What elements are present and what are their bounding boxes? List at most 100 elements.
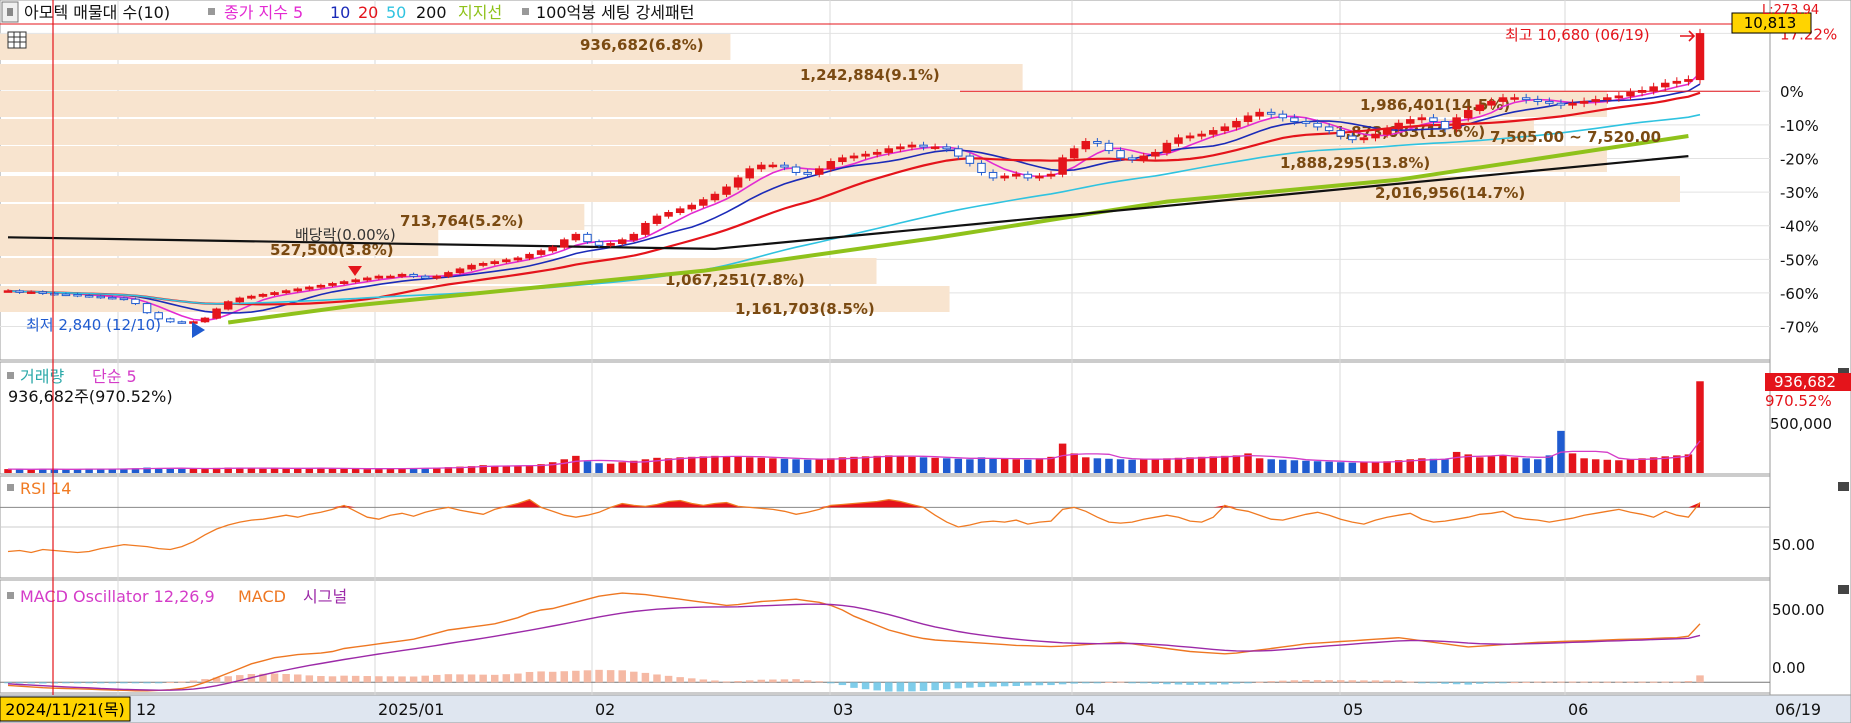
volume-bar <box>838 457 847 473</box>
volume-bar <box>1093 458 1102 473</box>
range-label: 7,505.00 ~ 7,520.00 <box>1490 128 1661 146</box>
macd-osc-bar <box>525 671 534 683</box>
legend-ma50[interactable]: 50 <box>386 3 406 22</box>
candle-body <box>1313 122 1322 128</box>
legend-ma200[interactable]: 200 <box>416 3 447 22</box>
close-icon[interactable] <box>1838 482 1849 491</box>
candle-body <box>896 146 905 150</box>
volume-bar <box>1186 457 1194 473</box>
candle-body <box>61 293 71 297</box>
candle-body <box>455 268 465 274</box>
candle-body <box>1579 100 1589 104</box>
price-axis-label: -10% <box>1780 117 1819 135</box>
candle-body <box>409 273 418 277</box>
legend-support[interactable]: 지지선 <box>458 3 502 22</box>
macd-osc-bar <box>1302 680 1310 683</box>
candle-body <box>1487 100 1496 106</box>
volume-bar <box>1591 459 1600 473</box>
volume-bar <box>1348 462 1357 473</box>
macd-osc-bar <box>189 680 198 683</box>
legend-pattern[interactable]: 100억봉 세팅 강세패턴 <box>536 3 694 22</box>
volume-ma-label[interactable]: 단순 5 <box>92 367 137 386</box>
candle-body <box>1348 135 1357 141</box>
macd-osc-bar <box>711 680 719 683</box>
top-legend[interactable]: 아모텍 매물대 수(10) 종가 지수 5 10 20 50 200 지지선 1… <box>1 1 694 23</box>
macd-osc-bar <box>1186 682 1194 685</box>
volume-bar <box>942 458 951 473</box>
macd-osc-bar <box>1255 681 1264 683</box>
candle-body <box>1382 128 1392 135</box>
macd-osc-bar <box>1487 682 1496 684</box>
volume-bar <box>711 455 719 473</box>
volume-title[interactable]: 거래량 <box>20 367 64 386</box>
macd-osc-bar <box>1058 682 1067 685</box>
legend-ma20[interactable]: 20 <box>358 3 378 22</box>
candle-body <box>930 146 940 149</box>
candle-body <box>594 241 604 246</box>
candle-body <box>664 212 673 217</box>
macd-osc-bar <box>769 679 777 683</box>
candle-body <box>177 321 187 324</box>
candle-body <box>1116 150 1125 159</box>
macd-osc-bar <box>1522 681 1530 683</box>
candle-body <box>1104 142 1114 152</box>
candle-body <box>722 186 731 195</box>
volume-bar <box>490 465 499 473</box>
legend-ma-title[interactable]: 종가 지수 5 <box>224 3 303 22</box>
volume-tag-pct: 970.52% <box>1765 392 1832 410</box>
candle-body <box>1521 97 1531 101</box>
legend-item-profile[interactable]: 아모텍 매물대 수(10) <box>24 3 170 22</box>
macd-osc-bar <box>1464 682 1472 685</box>
macd-osc-bar <box>143 682 151 684</box>
rsi-title[interactable]: RSI 14 <box>20 479 71 498</box>
candle-body <box>988 171 998 179</box>
volume-bar <box>595 463 603 473</box>
stock-chart[interactable]: 936,682(6.8%)1,242,884(9.1%)1,986,401(14… <box>0 0 1851 723</box>
macd-osc-bar <box>1673 681 1681 683</box>
candle-body <box>1556 102 1566 106</box>
macd-osc-bar <box>1151 682 1160 684</box>
volume-bar <box>722 456 731 473</box>
candle-body <box>919 144 928 148</box>
volume-bar <box>1626 459 1635 473</box>
macd-osc-bar <box>630 671 638 683</box>
volume-bar <box>931 457 939 473</box>
candle-body <box>502 259 511 263</box>
macd-title[interactable]: MACD Oscillator 12,26,9 <box>20 587 215 606</box>
macd-osc-bar <box>409 676 418 683</box>
volume-bar <box>1116 459 1125 473</box>
candle-body <box>444 272 453 277</box>
macd-osc-bar <box>317 676 325 683</box>
candle-body <box>548 246 557 252</box>
grid-toggle-icon[interactable] <box>7 31 27 49</box>
candle-body <box>420 275 430 279</box>
macd-osc-bar <box>977 682 986 688</box>
candle-body <box>884 148 894 153</box>
macd-osc-bar <box>722 681 731 683</box>
volume-bar <box>27 469 35 473</box>
legend-bullet-icon <box>7 592 14 599</box>
macd-osc-bar <box>560 671 569 683</box>
price-axis-label: -60% <box>1780 285 1819 303</box>
macd-osc-bar <box>1452 682 1461 685</box>
macd-line-label[interactable]: MACD <box>238 587 286 606</box>
volume-bar <box>1139 459 1148 473</box>
macd-osc-bar <box>1070 682 1078 684</box>
signal-line-label[interactable]: 시그널 <box>303 587 347 606</box>
candle-body <box>560 239 569 248</box>
legend-ma10[interactable]: 10 <box>330 3 350 22</box>
candle-body <box>1324 126 1334 132</box>
candle-body <box>1035 175 1044 179</box>
candle-body <box>907 144 917 148</box>
volume-bar <box>1441 459 1449 473</box>
volume-bar <box>1302 460 1310 473</box>
volume-bar <box>1545 455 1554 473</box>
volume-bar <box>827 458 835 473</box>
macd-osc-bar <box>50 682 59 684</box>
close-icon[interactable] <box>1838 585 1849 594</box>
macd-osc-bar <box>1105 681 1113 683</box>
macd-osc-bar <box>1221 682 1229 685</box>
candle-body <box>1533 99 1542 102</box>
candle-body <box>826 161 836 170</box>
macd-osc-bar <box>1197 682 1206 685</box>
